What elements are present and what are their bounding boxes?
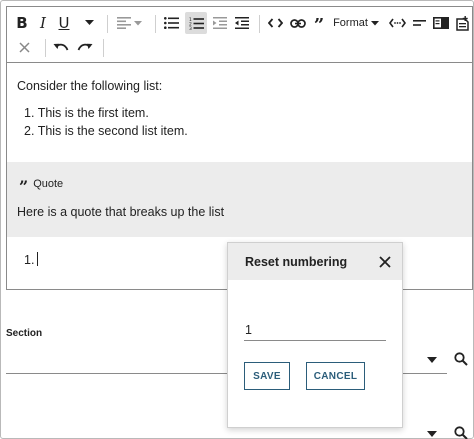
list-number: 1.	[24, 253, 35, 267]
bulleted-list-button[interactable]	[161, 13, 181, 33]
quote-label: ” Quote	[19, 173, 63, 195]
numbered-list-icon: 123	[189, 17, 204, 30]
italic-icon: I	[40, 14, 46, 32]
list-number: 1.	[24, 106, 35, 120]
inline-code-button[interactable]	[265, 13, 285, 33]
close-icon[interactable]	[377, 254, 393, 270]
redo-button[interactable]	[75, 37, 95, 57]
insert-after-icon	[455, 15, 469, 31]
blockquote-button[interactable]: ”	[311, 13, 327, 36]
bold-button[interactable]: B	[13, 13, 31, 33]
italic-button[interactable]: I	[35, 13, 51, 33]
redo-icon	[77, 43, 93, 50]
intro-paragraph: Consider the following list:	[17, 79, 163, 93]
reset-numbering-dialog: Reset numbering SAVE CANCEL	[227, 242, 403, 428]
format-dropdown[interactable]: Format	[333, 13, 379, 33]
dialog-header: Reset numbering	[228, 243, 402, 280]
underline-button[interactable]: U	[55, 13, 73, 33]
indent-button[interactable]	[211, 13, 229, 33]
horizontal-rule-button[interactable]	[411, 13, 427, 33]
quote-label-text: Quote	[33, 178, 64, 190]
start-number-input[interactable]	[244, 319, 386, 341]
horizontal-rule-icon	[412, 20, 426, 26]
code-icon	[267, 18, 283, 28]
search-icon[interactable]	[454, 426, 468, 439]
undo-icon	[53, 43, 69, 50]
clear-formatting-button[interactable]	[15, 37, 33, 57]
list-number: 2.	[24, 124, 35, 138]
undo-button[interactable]	[51, 37, 71, 57]
toolbar-divider	[103, 39, 104, 57]
link-button[interactable]	[288, 13, 308, 33]
list-item: 1. This is the first item.	[24, 106, 149, 120]
section-field-label: Section	[6, 328, 43, 339]
text-cursor	[37, 252, 39, 266]
numbered-list-button[interactable]: 123	[185, 12, 207, 34]
outdent-button[interactable]	[233, 13, 251, 33]
clear-formatting-icon	[18, 41, 30, 53]
chevron-down-icon	[84, 20, 94, 25]
chevron-down-icon[interactable]	[427, 431, 437, 437]
list-item-current[interactable]: 1.	[24, 252, 39, 267]
editor-toolbar: B I U 123 ” Format	[7, 7, 472, 63]
more-styles-dropdown[interactable]	[83, 13, 95, 33]
toolbar-divider	[259, 15, 260, 33]
toolbar-divider	[155, 15, 156, 33]
chevron-down-icon	[133, 20, 142, 25]
quote-icon: ”	[19, 177, 29, 196]
outdent-icon	[235, 17, 249, 29]
search-icon[interactable]	[454, 352, 468, 366]
quote-text: Here is a quote that breaks up the list	[17, 205, 225, 219]
panel-icon	[433, 17, 449, 29]
bold-icon: B	[16, 14, 28, 32]
dialog-title: Reset numbering	[245, 255, 348, 269]
save-button[interactable]: SAVE	[244, 362, 290, 390]
code-block-icon	[388, 18, 406, 28]
link-icon	[290, 18, 306, 28]
code-block-button[interactable]	[387, 13, 407, 33]
underline-icon: U	[58, 14, 70, 32]
format-dropdown-label: Format	[333, 17, 368, 29]
bulleted-list-icon	[163, 17, 179, 29]
list-item: 2. This is the second list item.	[24, 124, 188, 138]
svg-text:3: 3	[189, 26, 192, 30]
insert-after-button[interactable]	[454, 13, 470, 33]
alignment-dropdown[interactable]	[115, 13, 143, 33]
indent-icon	[213, 17, 227, 29]
align-left-icon	[116, 17, 131, 29]
cancel-button[interactable]: CANCEL	[306, 362, 365, 390]
toolbar-divider	[45, 39, 46, 57]
list-item-text: This is the first item.	[37, 106, 149, 120]
chevron-down-icon	[370, 20, 379, 25]
toolbar-divider	[107, 15, 108, 33]
list-item-text: This is the second list item.	[37, 124, 188, 138]
panel-button[interactable]	[432, 13, 450, 33]
blockquote: ” Quote Here is a quote that breaks up t…	[7, 162, 472, 237]
quote-icon: ”	[313, 15, 325, 36]
chevron-down-icon[interactable]	[427, 357, 437, 363]
